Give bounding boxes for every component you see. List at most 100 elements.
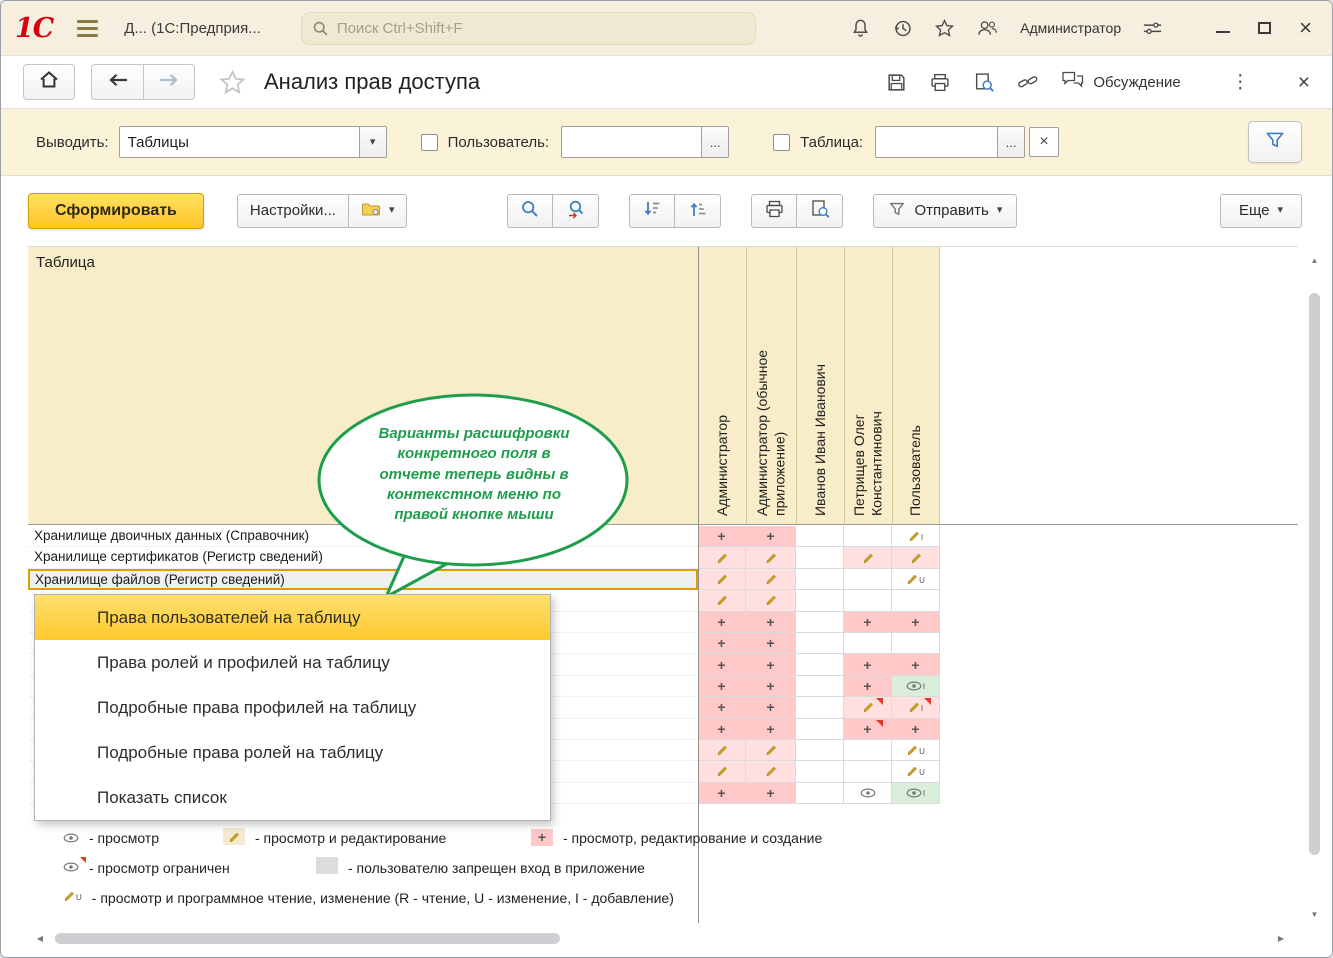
access-cell[interactable]	[746, 547, 796, 568]
settings-variants-button[interactable]: ▾	[349, 194, 408, 228]
global-search[interactable]	[301, 12, 756, 45]
horizontal-scrollbar[interactable]: ◀ ▶	[33, 932, 1288, 945]
access-cell[interactable]	[746, 590, 796, 611]
output-select[interactable]: Таблицы ▾	[119, 126, 387, 158]
access-cell[interactable]: +	[698, 697, 746, 718]
access-cell[interactable]: +	[746, 783, 796, 804]
access-cell[interactable]: +	[746, 612, 796, 633]
access-cell[interactable]	[698, 740, 746, 761]
main-menu-icon[interactable]	[77, 20, 98, 37]
access-cell[interactable]: +	[698, 633, 746, 654]
maximize-icon[interactable]	[1258, 22, 1271, 34]
access-cell[interactable]: +	[746, 633, 796, 654]
access-cell[interactable]	[844, 783, 892, 804]
access-cell[interactable]: I	[892, 697, 940, 718]
expand-rows-button[interactable]	[675, 194, 721, 228]
context-menu-item[interactable]: Подробные права ролей на таблицу	[35, 730, 550, 775]
access-cell[interactable]	[844, 590, 892, 611]
access-cell[interactable]	[796, 719, 844, 740]
column-header[interactable]: Администратор	[698, 247, 746, 524]
access-cell[interactable]	[746, 761, 796, 782]
access-cell[interactable]: +	[844, 676, 892, 697]
column-header[interactable]: Администратор (обычное приложение)	[746, 247, 796, 524]
settings-button[interactable]: Настройки...	[237, 194, 349, 228]
access-cell[interactable]: +	[698, 612, 746, 633]
access-cell[interactable]: +	[698, 676, 746, 697]
access-cell[interactable]	[796, 612, 844, 633]
access-cell[interactable]	[796, 633, 844, 654]
access-cell[interactable]: +	[698, 719, 746, 740]
access-cell[interactable]: U	[892, 761, 940, 782]
output-select-caret-button[interactable]: ▾	[359, 127, 386, 157]
access-cell[interactable]	[844, 633, 892, 654]
access-cell[interactable]	[698, 569, 746, 590]
access-cell[interactable]	[796, 654, 844, 675]
row-label[interactable]: Хранилище сертификатов (Регистр сведений…	[28, 547, 698, 568]
notifications-bell-icon[interactable]	[850, 18, 871, 39]
access-cell[interactable]	[892, 547, 940, 568]
access-cell[interactable]: +	[746, 526, 796, 547]
table-filter-clear-button[interactable]: ×	[1029, 127, 1059, 157]
discussion-button[interactable]: Обсуждение	[1061, 70, 1180, 94]
print-preview-icon[interactable]	[973, 72, 995, 93]
access-cell[interactable]: I	[892, 676, 940, 697]
vertical-scrollbar[interactable]: ▲ ▼	[1308, 253, 1321, 921]
scroll-left-icon[interactable]: ◀	[33, 932, 47, 945]
access-cell[interactable]: U	[892, 569, 940, 590]
access-cell[interactable]	[796, 569, 844, 590]
get-link-icon[interactable]	[1017, 72, 1039, 92]
form-close-icon[interactable]: ×	[1298, 72, 1310, 93]
network-indicator-icon[interactable]	[1142, 20, 1163, 36]
home-button[interactable]	[23, 64, 75, 100]
search-input[interactable]	[337, 20, 745, 37]
add-favorite-star-icon[interactable]	[219, 69, 246, 96]
corner-header[interactable]: Таблица	[28, 247, 698, 524]
access-cell[interactable]: U	[892, 740, 940, 761]
more-actions-kebab-icon[interactable]: ⋮	[1231, 71, 1250, 94]
access-cell[interactable]	[844, 547, 892, 568]
user-filter-choose-button[interactable]: ...	[701, 127, 728, 157]
table-filter-field[interactable]: ...	[875, 126, 1025, 158]
access-cell[interactable]: +	[844, 654, 892, 675]
print-icon[interactable]	[929, 72, 951, 93]
access-cell[interactable]	[796, 783, 844, 804]
user-filter-input[interactable]	[562, 134, 701, 151]
access-cell[interactable]	[844, 761, 892, 782]
generate-button[interactable]: Сформировать	[28, 193, 204, 229]
table-filter-input[interactable]	[876, 134, 997, 151]
access-cell[interactable]: +	[698, 783, 746, 804]
scroll-right-icon[interactable]: ▶	[1274, 932, 1288, 945]
access-cell[interactable]: +	[746, 676, 796, 697]
access-cell[interactable]: I	[892, 526, 940, 547]
save-icon[interactable]	[886, 72, 907, 93]
access-cell[interactable]	[746, 569, 796, 590]
context-menu-item[interactable]: Показать список	[35, 775, 550, 820]
access-cell[interactable]	[698, 547, 746, 568]
access-cell[interactable]	[698, 761, 746, 782]
back-button[interactable]	[91, 64, 143, 100]
access-cell[interactable]	[796, 547, 844, 568]
access-cell[interactable]: I	[892, 783, 940, 804]
context-menu-item[interactable]: Права пользователей на таблицу	[35, 595, 550, 640]
context-menu-item[interactable]: Подробные права профилей на таблицу	[35, 685, 550, 730]
print-report-button[interactable]	[751, 194, 797, 228]
access-cell[interactable]: +	[892, 654, 940, 675]
access-cell[interactable]	[698, 590, 746, 611]
user-filter-field[interactable]: ...	[561, 126, 729, 158]
access-cell[interactable]	[844, 697, 892, 718]
access-cell[interactable]	[892, 633, 940, 654]
minimize-icon[interactable]	[1216, 31, 1230, 33]
window-close-icon[interactable]: ×	[1299, 17, 1312, 39]
context-menu-item[interactable]: Права ролей и профилей на таблицу	[35, 640, 550, 685]
access-cell[interactable]: +	[746, 719, 796, 740]
history-icon[interactable]	[892, 18, 913, 39]
more-button[interactable]: Еще ▾	[1220, 194, 1302, 228]
scroll-up-icon[interactable]: ▲	[1308, 253, 1321, 267]
access-cell[interactable]	[796, 526, 844, 547]
cancel-find-button[interactable]	[553, 194, 599, 228]
column-header[interactable]: Пользователь	[892, 247, 940, 524]
access-cell[interactable]: +	[844, 612, 892, 633]
access-cell[interactable]	[796, 676, 844, 697]
access-cell[interactable]	[844, 569, 892, 590]
collapse-rows-button[interactable]	[629, 194, 675, 228]
